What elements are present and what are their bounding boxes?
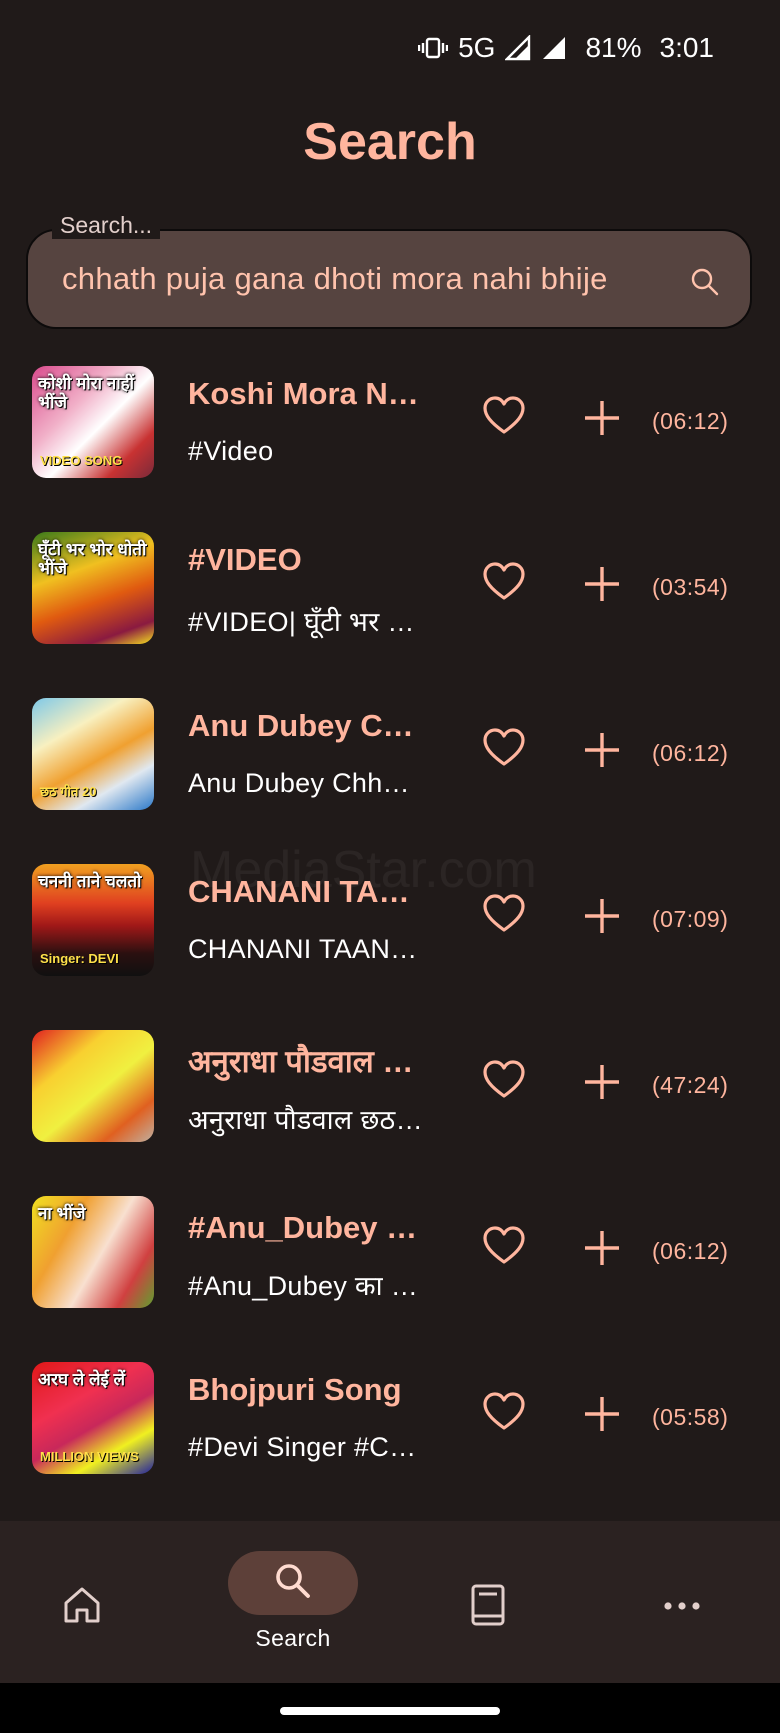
bottom-navigation: Search [0, 1521, 780, 1683]
nav-search-pill[interactable] [228, 1551, 358, 1615]
video-duration: (06:12) [652, 1238, 729, 1264]
nav-search[interactable]: Search [228, 1551, 358, 1652]
video-duration: (47:24) [652, 1072, 729, 1098]
status-bar: 5G 81% 3:01 [0, 0, 780, 96]
search-label: Search... [52, 212, 161, 239]
list-item[interactable]: छठ गीत 20 Anu Dubey Chhath Geet Anu Dube… [0, 684, 780, 850]
battery-level: 81% [585, 32, 642, 63]
signal-icon [505, 35, 531, 61]
signal-full-icon [541, 35, 567, 61]
status-icons: 5G 81% 3:01 [418, 30, 714, 66]
network-type: 5G [458, 32, 496, 63]
video-title: Koshi Mora Nahi Bhije [188, 376, 428, 411]
clock: 3:01 [659, 32, 715, 63]
video-title: CHANANI TAANE CHALATO [188, 874, 428, 909]
video-thumbnail[interactable]: चननी ताने चलतो Singer: DEVI [32, 864, 154, 976]
add-icon[interactable] [582, 896, 622, 941]
video-subtitle: #Anu_Dubey का छठ गीत [188, 1271, 424, 1301]
vibrate-icon [418, 36, 449, 60]
heart-icon[interactable] [482, 1226, 526, 1271]
list-item[interactable]: ना भींजे #Anu_Dubey का छठ गीत #Anu_Dubey… [0, 1182, 780, 1348]
results-list: कोशी मोरा नाहीं भींजे VIDEO SONG Koshi M… [0, 352, 780, 1514]
add-icon[interactable] [582, 1062, 622, 1107]
video-subtitle: अनुराधा पौडवाल छठ गीत [188, 1105, 424, 1135]
video-duration: (06:12) [652, 408, 729, 434]
home-icon [62, 1587, 102, 1629]
video-title: Anu Dubey Chhath Geet [188, 708, 428, 743]
gesture-handle[interactable] [280, 1707, 500, 1715]
nav-home[interactable] [62, 1585, 102, 1630]
list-item[interactable]: अनुराधा पौडवाल छठ गीत अनुराधा पौडवाल छठ … [0, 1016, 780, 1182]
heart-icon[interactable] [482, 1392, 526, 1437]
heart-icon[interactable] [482, 728, 526, 773]
video-duration: (05:58) [652, 1404, 729, 1430]
video-thumbnail[interactable]: छठ गीत 20 [32, 698, 154, 810]
heart-icon[interactable] [482, 894, 526, 939]
add-icon[interactable] [582, 1394, 622, 1439]
heart-icon[interactable] [482, 396, 526, 441]
list-item[interactable]: चननी ताने चलतो Singer: DEVI CHANANI TAAN… [0, 850, 780, 1016]
video-duration: (07:09) [652, 906, 729, 932]
nav-library[interactable] [468, 1583, 508, 1632]
video-subtitle: #VIDEO| घूँटी भर भोर धोती भींजे [188, 607, 424, 637]
video-title: अनुराधा पौडवाल छठ गीत [188, 1044, 428, 1079]
video-title: Bhojpuri Song [188, 1372, 402, 1407]
video-subtitle: CHANANI TAANE CHALATO [188, 934, 424, 964]
heart-icon[interactable] [482, 562, 526, 607]
list-item[interactable]: घूँटी भर भोर धोती भींजे #VIDEO #VIDEO| घ… [0, 518, 780, 684]
video-subtitle: Anu Dubey Chhath Geet [188, 768, 424, 798]
add-icon[interactable] [582, 730, 622, 775]
add-icon[interactable] [582, 398, 622, 443]
page-title: Search [303, 113, 477, 171]
video-subtitle: #Devi Singer #Chhath [188, 1432, 424, 1462]
video-title: #VIDEO [188, 542, 302, 577]
video-duration: (03:54) [652, 574, 729, 600]
video-title: #Anu_Dubey का छठ गीत [188, 1210, 428, 1245]
nav-search-label: Search [255, 1625, 331, 1651]
add-icon[interactable] [582, 564, 622, 609]
search-icon [273, 1561, 313, 1606]
list-item[interactable]: अरघ ले लेई लें MILLION VIEWS Bhojpuri So… [0, 1348, 780, 1514]
search-input[interactable]: chhath puja gana dhoti mora nahi bhije [26, 229, 752, 329]
list-item[interactable]: कोशी मोरा नाहीं भींजे VIDEO SONG Koshi M… [0, 352, 780, 518]
library-icon [468, 1584, 508, 1631]
video-thumbnail[interactable]: ना भींजे [32, 1196, 154, 1308]
nav-more[interactable] [662, 1599, 702, 1617]
video-thumbnail[interactable]: अरघ ले लेई लें MILLION VIEWS [32, 1362, 154, 1474]
video-thumbnail[interactable]: कोशी मोरा नाहीं भींजे VIDEO SONG [32, 366, 154, 478]
video-thumbnail[interactable] [32, 1030, 154, 1142]
video-subtitle: #Video [188, 436, 274, 466]
video-thumbnail[interactable]: घूँटी भर भोर धोती भींजे [32, 532, 154, 644]
heart-icon[interactable] [482, 1060, 526, 1105]
more-icon [662, 1599, 702, 1616]
search-icon[interactable] [690, 267, 720, 302]
search-query[interactable]: chhath puja gana dhoti mora nahi bhije [62, 261, 608, 297]
add-icon[interactable] [582, 1228, 622, 1273]
video-duration: (06:12) [652, 740, 729, 766]
